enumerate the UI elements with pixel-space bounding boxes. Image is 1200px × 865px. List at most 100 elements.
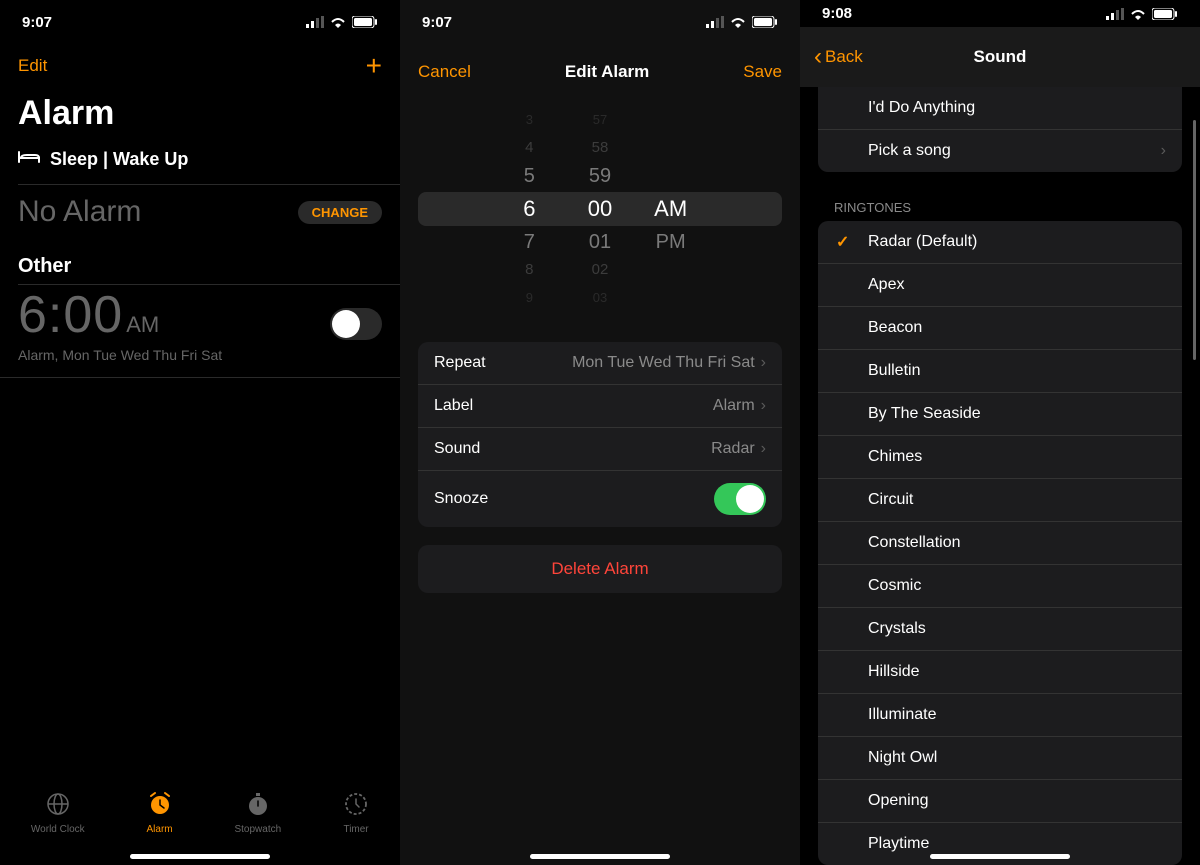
sleep-alarm-row: No Alarm CHANGE [0, 185, 400, 247]
status-bar: 9:07 [0, 0, 400, 44]
ringtone-name: Cosmic [868, 577, 921, 595]
tab-timer[interactable]: Timer [343, 791, 369, 835]
alarm-ampm: AM [126, 312, 159, 338]
song-row[interactable]: I'd Do Anything [818, 87, 1182, 130]
alarm-toggle[interactable] [330, 308, 382, 340]
sound-value: Radar [711, 440, 755, 458]
delete-alarm-button[interactable]: Delete Alarm [418, 545, 782, 593]
ringtone-name: Crystals [868, 620, 926, 638]
sleep-label: Sleep | Wake Up [50, 149, 188, 170]
chevron-left-icon: ‹ [814, 45, 822, 69]
screen-alarm-list: 9:07 Edit + Alarm Sleep | Wake Up No Ala… [0, 0, 400, 865]
nav-bar: ‹ Back Sound [800, 27, 1200, 87]
ringtones-group: ✓ Radar (Default) Apex Beacon Bulletin By… [818, 221, 1182, 865]
ringtone-row[interactable]: Bulletin [818, 350, 1182, 393]
add-alarm-button[interactable]: + [366, 52, 382, 80]
status-time: 9:07 [22, 14, 52, 31]
signal-icon [706, 16, 724, 28]
snooze-row: Snooze [418, 471, 782, 527]
screen-sound-picker: 9:08 ‹ Back Sound I'd Do Anything Pick a… [800, 0, 1200, 865]
bed-icon [18, 149, 40, 170]
signal-icon [306, 16, 324, 28]
ringtone-name: Chimes [868, 448, 922, 466]
ringtone-name: Illuminate [868, 706, 936, 724]
ringtone-name: Hillside [868, 663, 920, 681]
ringtone-row[interactable]: ✓ Radar (Default) [818, 221, 1182, 264]
timer-icon [343, 791, 369, 820]
scroll-indicator[interactable] [1193, 120, 1196, 360]
ringtone-name: Playtime [868, 835, 929, 853]
battery-icon [752, 16, 778, 28]
label-row[interactable]: Label Alarm› [418, 385, 782, 428]
back-label: Back [825, 47, 863, 67]
ringtone-name: By The Seaside [868, 405, 981, 423]
ringtone-row[interactable]: Apex [818, 264, 1182, 307]
nav-bar: Cancel Edit Alarm Save [400, 44, 800, 100]
alarm-row[interactable]: 6:00 AM Alarm, Mon Tue Wed Thu Fri Sat [0, 285, 400, 378]
pick-song-label: Pick a song [868, 142, 951, 160]
wifi-icon [330, 16, 346, 28]
ringtone-name: Night Owl [868, 749, 937, 767]
home-indicator[interactable] [130, 854, 270, 859]
ringtone-row[interactable]: Circuit [818, 479, 1182, 522]
home-indicator[interactable] [930, 854, 1070, 859]
ringtone-name: Opening [868, 792, 929, 810]
chevron-right-icon: › [1161, 142, 1166, 160]
ringtone-row[interactable]: Cosmic [818, 565, 1182, 608]
page-title: Alarm [0, 88, 400, 143]
chevron-right-icon: › [761, 440, 766, 458]
tab-bar: World Clock Alarm Stopwatch Timer [0, 783, 400, 865]
alarm-time: 6:00 AM [18, 285, 222, 345]
battery-icon [352, 16, 378, 28]
ringtone-row[interactable]: Constellation [818, 522, 1182, 565]
status-bar: 9:08 [800, 0, 1200, 27]
ringtone-row[interactable]: Night Owl [818, 737, 1182, 780]
alarm-settings-group: Repeat Mon Tue Wed Thu Fri Sat› Label Al… [418, 342, 782, 527]
home-indicator[interactable] [530, 854, 670, 859]
snooze-toggle[interactable] [714, 483, 766, 515]
ringtones-section-header: RINGTONES [800, 194, 1200, 221]
ringtone-row[interactable]: Hillside [818, 651, 1182, 694]
ringtone-name: Circuit [868, 491, 913, 509]
tab-alarm[interactable]: Alarm [147, 791, 173, 835]
alarm-subtitle: Alarm, Mon Tue Wed Thu Fri Sat [18, 347, 222, 363]
ringtone-row[interactable]: Illuminate [818, 694, 1182, 737]
nav-bar: Edit + [0, 44, 400, 88]
save-button[interactable]: Save [743, 62, 782, 82]
ringtone-row[interactable]: Chimes [818, 436, 1182, 479]
change-button[interactable]: CHANGE [298, 201, 382, 224]
edit-button[interactable]: Edit [18, 56, 47, 76]
tab-label: Timer [343, 824, 368, 835]
sound-row[interactable]: Sound Radar › [418, 428, 782, 471]
checkmark-icon: ✓ [836, 232, 849, 252]
alarm-clock-icon [147, 791, 173, 820]
status-icons [706, 16, 778, 28]
back-button[interactable]: ‹ Back [814, 45, 863, 69]
songs-group: I'd Do Anything Pick a song › [818, 87, 1182, 172]
ringtone-name: Radar (Default) [868, 233, 977, 251]
time-picker[interactable]: 357 458 559 600AM 701PM 802 903 [400, 100, 800, 324]
status-time: 9:08 [822, 5, 852, 22]
sleep-section-header: Sleep | Wake Up [0, 143, 400, 176]
ringtone-row[interactable]: Crystals [818, 608, 1182, 651]
picker-selected-row: 600AM [418, 192, 782, 226]
row-label: Sound [434, 440, 480, 458]
no-alarm-label: No Alarm [18, 195, 141, 229]
cancel-button[interactable]: Cancel [418, 62, 471, 82]
globe-icon [31, 791, 85, 820]
ringtone-row[interactable]: By The Seaside [818, 393, 1182, 436]
stopwatch-icon [234, 791, 281, 820]
wifi-icon [730, 16, 746, 28]
ringtone-row[interactable]: Opening [818, 780, 1182, 823]
tab-stopwatch[interactable]: Stopwatch [234, 791, 281, 835]
status-time: 9:07 [422, 14, 452, 31]
ringtone-row[interactable]: Beacon [818, 307, 1182, 350]
tab-label: Alarm [147, 824, 173, 835]
repeat-row[interactable]: Repeat Mon Tue Wed Thu Fri Sat› [418, 342, 782, 385]
signal-icon [1106, 8, 1124, 20]
status-bar: 9:07 [400, 0, 800, 44]
tab-label: World Clock [31, 824, 85, 835]
pick-song-row[interactable]: Pick a song › [818, 130, 1182, 172]
tab-world-clock[interactable]: World Clock [31, 791, 85, 835]
status-icons [306, 16, 378, 28]
